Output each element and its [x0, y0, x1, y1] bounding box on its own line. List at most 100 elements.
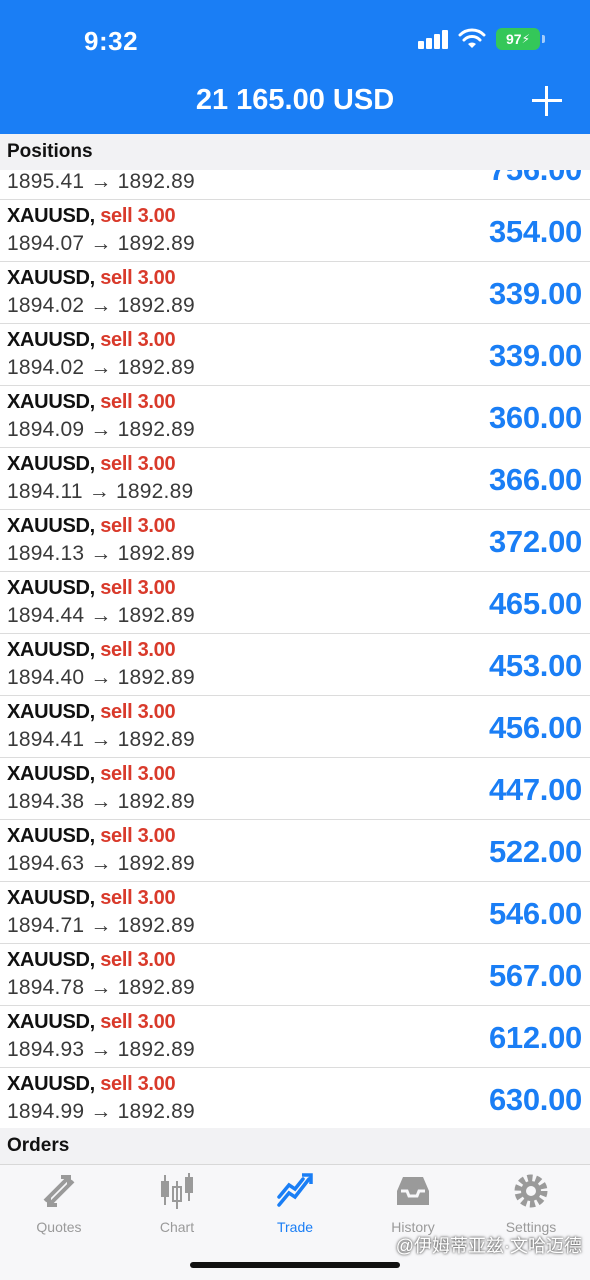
symbol-name: XAUUSD,	[7, 949, 95, 971]
position-row[interactable]: XAUUSD, sell 3.00 1894.99 → 1892.89 630.00	[0, 1068, 590, 1128]
position-side: sell 3.00	[100, 825, 176, 847]
position-prices: 1894.13 → 1892.89	[7, 542, 195, 565]
symbol-name: XAUUSD,	[7, 1073, 95, 1095]
position-row[interactable]: XAUUSD, sell 3.00 1894.41 → 1892.89 456.00	[0, 696, 590, 758]
position-symbol: XAUUSD, sell 3.00	[7, 825, 176, 848]
position-symbol: XAUUSD, sell 3.00	[7, 267, 176, 290]
position-side: sell 3.00	[100, 391, 176, 413]
position-profit: 339.00	[488, 338, 582, 373]
position-symbol: XAUUSD, sell 3.00	[7, 453, 176, 476]
position-prices: 1894.99 → 1892.89	[7, 1100, 195, 1123]
symbol-name: XAUUSD,	[7, 453, 95, 475]
position-symbol: XAUUSD, sell 3.00	[7, 205, 176, 228]
position-row[interactable]: XAUUSD, sell 3.00 1894.09 → 1892.89 360.00	[0, 386, 590, 448]
position-row[interactable]: XAUUSD, sell 3.00 1894.38 → 1892.89 447.00	[0, 758, 590, 820]
position-side: sell 3.00	[100, 577, 176, 599]
position-prices: 1894.11 → 1892.89	[7, 480, 194, 503]
position-prices: 1894.44 → 1892.89	[7, 604, 195, 627]
battery-level: 97	[505, 31, 522, 47]
tab-history[interactable]: History	[354, 1171, 472, 1235]
position-symbol: XAUUSD, sell 3.00	[7, 391, 176, 414]
position-profit: 366.00	[488, 462, 582, 497]
position-row[interactable]: XAUUSD, sell 3.00 1894.02 → 1892.89 339.00	[0, 262, 590, 324]
positions-list[interactable]: 1895.41 → 1892.89 756.00 XAUUSD, sell 3.…	[0, 170, 590, 1128]
position-profit: 522.00	[488, 834, 582, 869]
position-row[interactable]: XAUUSD, sell 3.00 1894.02 → 1892.89 339.00	[0, 324, 590, 386]
position-prices: 1894.78 → 1892.89	[7, 976, 195, 999]
position-side: sell 3.00	[100, 701, 176, 723]
position-row[interactable]: XAUUSD, sell 3.00 1894.13 → 1892.89 372.00	[0, 510, 590, 572]
position-row[interactable]: XAUUSD, sell 3.00 1894.71 → 1892.89 546.00	[0, 882, 590, 944]
position-side: sell 3.00	[100, 949, 176, 971]
position-symbol: XAUUSD, sell 3.00	[7, 763, 176, 786]
position-prices: 1895.41 → 1892.89	[7, 170, 195, 193]
trade-icon	[277, 1173, 313, 1207]
symbol-name: XAUUSD,	[7, 267, 95, 289]
position-side: sell 3.00	[100, 763, 176, 785]
position-symbol: XAUUSD, sell 3.00	[7, 639, 176, 662]
position-profit: 447.00	[488, 772, 582, 807]
symbol-name: XAUUSD,	[7, 825, 95, 847]
position-profit: 756.00	[489, 170, 582, 188]
position-row[interactable]: XAUUSD, sell 3.00 1894.63 → 1892.89 522.00	[0, 820, 590, 882]
symbol-name: XAUUSD,	[7, 329, 95, 351]
tab-label: Chart	[159, 1219, 195, 1235]
quotes-icon	[43, 1175, 75, 1207]
position-row-partial[interactable]: 1895.41 → 1892.89 756.00	[0, 170, 590, 200]
position-row[interactable]: XAUUSD, sell 3.00 1894.44 → 1892.89 465.00	[0, 572, 590, 634]
position-side: sell 3.00	[100, 329, 176, 351]
position-profit: 567.00	[488, 958, 582, 993]
position-symbol: XAUUSD, sell 3.00	[7, 515, 176, 538]
home-indicator	[190, 1262, 400, 1268]
position-symbol: XAUUSD, sell 3.00	[7, 949, 176, 972]
position-side: sell 3.00	[100, 453, 176, 475]
chart-icon	[161, 1173, 193, 1209]
position-profit: 456.00	[488, 710, 582, 745]
wifi-icon	[458, 28, 486, 48]
battery-icon: 97 ⚡	[496, 28, 545, 50]
symbol-name: XAUUSD,	[7, 1011, 95, 1033]
position-profit: 630.00	[488, 1082, 582, 1117]
position-symbol: XAUUSD, sell 3.00	[7, 1011, 176, 1034]
tab-trade[interactable]: Trade	[236, 1171, 354, 1235]
orders-section-header: Orders	[0, 1128, 590, 1164]
position-prices: 1894.07 → 1892.89	[7, 232, 195, 255]
position-row[interactable]: XAUUSD, sell 3.00 1894.93 → 1892.89 612.00	[0, 1006, 590, 1068]
position-symbol: XAUUSD, sell 3.00	[7, 887, 176, 910]
tab-chart[interactable]: Chart	[118, 1171, 236, 1235]
gear-icon	[514, 1174, 548, 1208]
tab-quotes[interactable]: Quotes	[0, 1171, 118, 1235]
symbol-name: XAUUSD,	[7, 205, 95, 227]
new-order-button[interactable]	[532, 86, 562, 116]
history-icon	[397, 1177, 429, 1205]
position-profit: 372.00	[488, 524, 582, 559]
symbol-name: XAUUSD,	[7, 639, 95, 661]
symbol-name: XAUUSD,	[7, 763, 95, 785]
position-side: sell 3.00	[100, 515, 176, 537]
position-side: sell 3.00	[100, 205, 176, 227]
cellular-signal-icon	[418, 29, 448, 49]
tab-label: Quotes	[36, 1219, 82, 1235]
position-prices: 1894.09 → 1892.89	[7, 418, 195, 441]
position-row[interactable]: XAUUSD, sell 3.00 1894.07 → 1892.89 354.00	[0, 200, 590, 262]
symbol-name: XAUUSD,	[7, 391, 95, 413]
position-symbol: XAUUSD, sell 3.00	[7, 701, 176, 724]
position-row[interactable]: XAUUSD, sell 3.00 1894.11 → 1892.89 366.00	[0, 448, 590, 510]
position-row[interactable]: XAUUSD, sell 3.00 1894.40 → 1892.89 453.00	[0, 634, 590, 696]
position-prices: 1894.41 → 1892.89	[7, 728, 195, 751]
position-prices: 1894.63 → 1892.89	[7, 852, 195, 875]
position-side: sell 3.00	[100, 887, 176, 909]
symbol-name: XAUUSD,	[7, 515, 95, 537]
bottom-tab-bar: Quotes Chart Trade History Settings	[0, 1164, 590, 1280]
position-profit: 453.00	[488, 648, 582, 683]
position-profit: 612.00	[488, 1020, 582, 1055]
tab-settings[interactable]: Settings	[472, 1171, 590, 1235]
position-prices: 1894.02 → 1892.89	[7, 294, 195, 317]
position-profit: 465.00	[488, 586, 582, 621]
position-profit: 339.00	[488, 276, 582, 311]
position-prices: 1894.02 → 1892.89	[7, 356, 195, 379]
symbol-name: XAUUSD,	[7, 577, 95, 599]
position-profit: 546.00	[488, 896, 582, 931]
position-row[interactable]: XAUUSD, sell 3.00 1894.78 → 1892.89 567.00	[0, 944, 590, 1006]
position-prices: 1894.38 → 1892.89	[7, 790, 195, 813]
